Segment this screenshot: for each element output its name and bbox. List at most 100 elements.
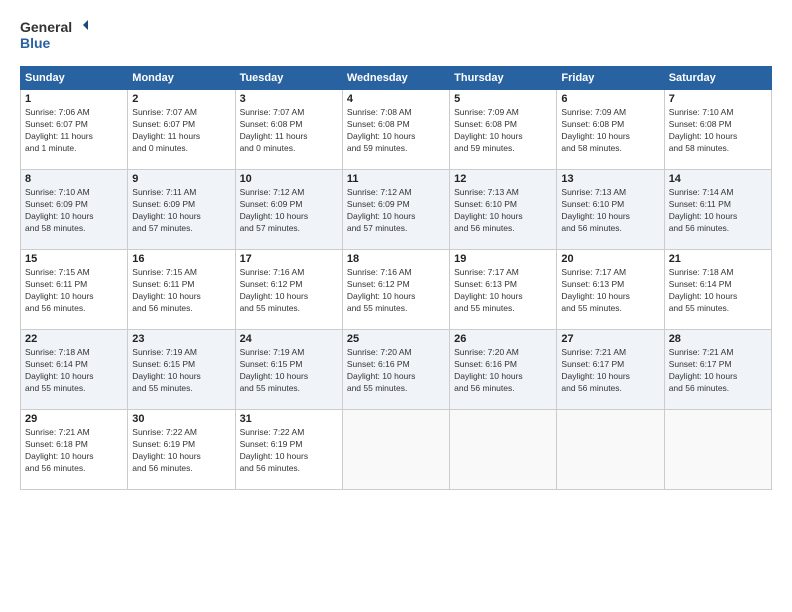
calendar-week-row: 15 Sunrise: 7:15 AM Sunset: 6:11 PM Dayli… xyxy=(21,250,772,330)
calendar-cell: 7Sunrise: 7:10 AM Sunset: 6:08 PM Daylig… xyxy=(664,90,771,170)
day-number: 18 xyxy=(347,253,445,265)
calendar-cell: 18 Sunrise: 7:16 AM Sunset: 6:12 PM Dayli… xyxy=(342,250,449,330)
day-info: Sunrise: 7:21 AM Sunset: 6:18 PM Dayligh… xyxy=(25,427,123,475)
day-info: Sunrise: 7:13 AM Sunset: 6:10 PM Dayligh… xyxy=(454,187,552,235)
calendar-cell: 29 Sunrise: 7:21 AM Sunset: 6:18 PM Dayli… xyxy=(21,410,128,490)
day-number: 19 xyxy=(454,253,552,265)
day-header-saturday: Saturday xyxy=(664,67,771,90)
calendar-week-row: 1Sunrise: 7:06 AM Sunset: 6:07 PM Daylig… xyxy=(21,90,772,170)
day-number: 22 xyxy=(25,333,123,345)
calendar-cell: 12 Sunrise: 7:13 AM Sunset: 6:10 PM Dayli… xyxy=(450,170,557,250)
calendar-cell: 27 Sunrise: 7:21 AM Sunset: 6:17 PM Dayli… xyxy=(557,330,664,410)
day-number: 12 xyxy=(454,173,552,185)
day-info: Sunrise: 7:22 AM Sunset: 6:19 PM Dayligh… xyxy=(240,427,338,475)
day-info: Sunrise: 7:12 AM Sunset: 6:09 PM Dayligh… xyxy=(347,187,445,235)
calendar-cell: 5 Sunrise: 7:09 AM Sunset: 6:08 PM Daylig… xyxy=(450,90,557,170)
day-info: Sunrise: 7:08 AM Sunset: 6:08 PM Dayligh… xyxy=(347,107,445,155)
calendar-week-row: 8 Sunrise: 7:10 AM Sunset: 6:09 PM Daylig… xyxy=(21,170,772,250)
day-info: Sunrise: 7:09 AM Sunset: 6:08 PM Dayligh… xyxy=(454,107,552,155)
calendar-cell: 2 Sunrise: 7:07 AM Sunset: 6:07 PM Daylig… xyxy=(128,90,235,170)
svg-text:General: General xyxy=(20,19,72,35)
calendar-week-row: 29 Sunrise: 7:21 AM Sunset: 6:18 PM Dayli… xyxy=(21,410,772,490)
page-header: General Blue xyxy=(20,16,772,56)
calendar-cell: 11 Sunrise: 7:12 AM Sunset: 6:09 PM Dayli… xyxy=(342,170,449,250)
day-number: 20 xyxy=(561,253,659,265)
day-number: 29 xyxy=(25,413,123,425)
day-info: Sunrise: 7:21 AM Sunset: 6:17 PM Dayligh… xyxy=(561,347,659,395)
day-info: Sunrise: 7:21 AM Sunset: 6:17 PM Dayligh… xyxy=(669,347,767,395)
day-info: Sunrise: 7:20 AM Sunset: 6:16 PM Dayligh… xyxy=(454,347,552,395)
day-number: 7 xyxy=(669,93,767,105)
day-info: Sunrise: 7:16 AM Sunset: 6:12 PM Dayligh… xyxy=(347,267,445,315)
day-number: 2 xyxy=(132,93,230,105)
calendar-cell: 21 Sunrise: 7:18 AM Sunset: 6:14 PM Dayli… xyxy=(664,250,771,330)
calendar-header-row: SundayMondayTuesdayWednesdayThursdayFrid… xyxy=(21,67,772,90)
calendar-cell: 30 Sunrise: 7:22 AM Sunset: 6:19 PM Dayli… xyxy=(128,410,235,490)
calendar-cell: 3 Sunrise: 7:07 AM Sunset: 6:08 PM Daylig… xyxy=(235,90,342,170)
day-number: 23 xyxy=(132,333,230,345)
day-number: 4 xyxy=(347,93,445,105)
calendar-cell: 23Sunrise: 7:19 AM Sunset: 6:15 PM Dayli… xyxy=(128,330,235,410)
day-info: Sunrise: 7:19 AM Sunset: 6:15 PM Dayligh… xyxy=(240,347,338,395)
day-info: Sunrise: 7:06 AM Sunset: 6:07 PM Dayligh… xyxy=(25,107,123,155)
day-header-tuesday: Tuesday xyxy=(235,67,342,90)
day-number: 25 xyxy=(347,333,445,345)
day-number: 10 xyxy=(240,173,338,185)
calendar-cell: 8 Sunrise: 7:10 AM Sunset: 6:09 PM Daylig… xyxy=(21,170,128,250)
day-number: 11 xyxy=(347,173,445,185)
calendar-cell: 9 Sunrise: 7:11 AM Sunset: 6:09 PM Daylig… xyxy=(128,170,235,250)
day-header-monday: Monday xyxy=(128,67,235,90)
day-info: Sunrise: 7:22 AM Sunset: 6:19 PM Dayligh… xyxy=(132,427,230,475)
day-info: Sunrise: 7:14 AM Sunset: 6:11 PM Dayligh… xyxy=(669,187,767,235)
svg-text:Blue: Blue xyxy=(20,35,51,51)
calendar-cell: 16 Sunrise: 7:15 AM Sunset: 6:11 PM Dayli… xyxy=(128,250,235,330)
day-number: 8 xyxy=(25,173,123,185)
calendar-cell: 6 Sunrise: 7:09 AM Sunset: 6:08 PM Daylig… xyxy=(557,90,664,170)
day-number: 15 xyxy=(25,253,123,265)
day-number: 21 xyxy=(669,253,767,265)
day-info: Sunrise: 7:17 AM Sunset: 6:13 PM Dayligh… xyxy=(454,267,552,315)
day-info: Sunrise: 7:07 AM Sunset: 6:07 PM Dayligh… xyxy=(132,107,230,155)
calendar-cell: 24 Sunrise: 7:19 AM Sunset: 6:15 PM Dayli… xyxy=(235,330,342,410)
day-info: Sunrise: 7:16 AM Sunset: 6:12 PM Dayligh… xyxy=(240,267,338,315)
day-number: 26 xyxy=(454,333,552,345)
calendar-cell xyxy=(557,410,664,490)
day-number: 27 xyxy=(561,333,659,345)
day-number: 30 xyxy=(132,413,230,425)
calendar-cell: 31 Sunrise: 7:22 AM Sunset: 6:19 PM Dayli… xyxy=(235,410,342,490)
day-header-wednesday: Wednesday xyxy=(342,67,449,90)
calendar-cell: 25Sunrise: 7:20 AM Sunset: 6:16 PM Dayli… xyxy=(342,330,449,410)
day-info: Sunrise: 7:18 AM Sunset: 6:14 PM Dayligh… xyxy=(669,267,767,315)
day-info: Sunrise: 7:10 AM Sunset: 6:09 PM Dayligh… xyxy=(25,187,123,235)
day-number: 24 xyxy=(240,333,338,345)
day-number: 14 xyxy=(669,173,767,185)
calendar-cell: 26 Sunrise: 7:20 AM Sunset: 6:16 PM Dayli… xyxy=(450,330,557,410)
calendar-cell xyxy=(664,410,771,490)
day-info: Sunrise: 7:09 AM Sunset: 6:08 PM Dayligh… xyxy=(561,107,659,155)
day-info: Sunrise: 7:15 AM Sunset: 6:11 PM Dayligh… xyxy=(25,267,123,315)
calendar-cell: 1Sunrise: 7:06 AM Sunset: 6:07 PM Daylig… xyxy=(21,90,128,170)
day-number: 9 xyxy=(132,173,230,185)
day-number: 31 xyxy=(240,413,338,425)
calendar-cell xyxy=(450,410,557,490)
calendar-cell: 10 Sunrise: 7:12 AM Sunset: 6:09 PM Dayli… xyxy=(235,170,342,250)
day-number: 6 xyxy=(561,93,659,105)
calendar-cell: 15 Sunrise: 7:15 AM Sunset: 6:11 PM Dayli… xyxy=(21,250,128,330)
day-header-friday: Friday xyxy=(557,67,664,90)
day-info: Sunrise: 7:07 AM Sunset: 6:08 PM Dayligh… xyxy=(240,107,338,155)
day-info: Sunrise: 7:15 AM Sunset: 6:11 PM Dayligh… xyxy=(132,267,230,315)
day-info: Sunrise: 7:13 AM Sunset: 6:10 PM Dayligh… xyxy=(561,187,659,235)
day-header-thursday: Thursday xyxy=(450,67,557,90)
day-number: 28 xyxy=(669,333,767,345)
day-info: Sunrise: 7:11 AM Sunset: 6:09 PM Dayligh… xyxy=(132,187,230,235)
day-info: Sunrise: 7:12 AM Sunset: 6:09 PM Dayligh… xyxy=(240,187,338,235)
calendar-cell: 20 Sunrise: 7:17 AM Sunset: 6:13 PM Dayli… xyxy=(557,250,664,330)
calendar-cell: 13Sunrise: 7:13 AM Sunset: 6:10 PM Dayli… xyxy=(557,170,664,250)
day-number: 3 xyxy=(240,93,338,105)
logo-svg: General Blue xyxy=(20,16,90,56)
day-number: 16 xyxy=(132,253,230,265)
day-number: 5 xyxy=(454,93,552,105)
day-info: Sunrise: 7:17 AM Sunset: 6:13 PM Dayligh… xyxy=(561,267,659,315)
calendar-cell: 22Sunrise: 7:18 AM Sunset: 6:14 PM Dayli… xyxy=(21,330,128,410)
calendar-table: SundayMondayTuesdayWednesdayThursdayFrid… xyxy=(20,66,772,490)
